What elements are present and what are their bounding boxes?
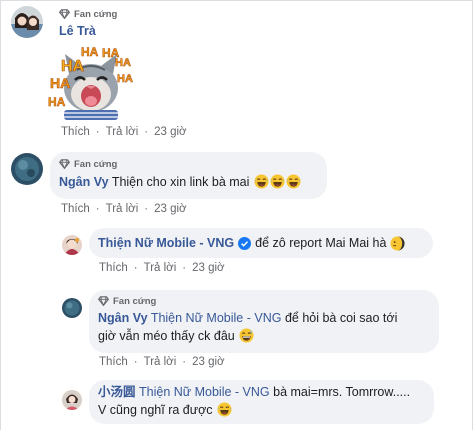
laugh-tears-icon: [286, 174, 301, 189]
fan-badge: Fan cứng: [59, 7, 117, 21]
avatar[interactable]: [62, 235, 82, 255]
sticker-ha-3: HA: [81, 45, 99, 59]
like-link[interactable]: Thích: [99, 356, 128, 368]
diamond-icon: [98, 296, 109, 306]
comment-actions: Thích · Trả lời · 23 giờ: [61, 203, 187, 215]
mention-link[interactable]: Thiện Nữ Mobile - VNG: [151, 311, 282, 325]
reply-bubble: Thiện Nữ Mobile - VNG để zô report Mai M…: [89, 228, 433, 258]
timestamp-link[interactable]: 23 giờ: [192, 262, 224, 274]
avatar-photo-icon: [62, 390, 82, 410]
like-link[interactable]: Thích: [61, 126, 90, 138]
badge-label: Fan cứng: [74, 8, 118, 20]
reply-body-line2: giờ vẫn méo thấy ck đâu: [98, 329, 235, 343]
comment-actions: Thích · Trả lời · 23 giờ: [61, 126, 187, 138]
separator-dot: ·: [133, 262, 138, 274]
separator-dot: ·: [144, 126, 149, 138]
sticker-ha-7: HA: [48, 95, 66, 109]
avatar[interactable]: [62, 298, 82, 318]
page-avatar-icon: [62, 235, 82, 255]
fan-badge: Fan cứng: [98, 294, 156, 308]
laugh-tears-icon: [270, 174, 285, 189]
sticker-ha-2: HA: [61, 58, 85, 75]
like-link[interactable]: Thích: [99, 262, 128, 274]
reply-text-line2: giờ vẫn méo thấy ck đâu: [98, 328, 254, 345]
diamond-icon: [59, 159, 70, 169]
avatar[interactable]: [11, 153, 43, 185]
avatar-photo-icon: [11, 153, 43, 185]
sticker-ha-5: HA: [115, 57, 131, 69]
separator-dot: ·: [144, 203, 149, 215]
comment-author[interactable]: Lê Trà: [59, 24, 96, 38]
badge-label: Fan cứng: [113, 295, 157, 307]
timestamp-link[interactable]: 23 giờ: [154, 126, 186, 138]
reply-text: 小汤圆 Thiện Nữ Mobile - VNG bà mai=mrs. To…: [98, 384, 410, 401]
reply-author[interactable]: Ngân Vy: [98, 311, 148, 325]
sticker-laughing-cat: HA HA HA HA HA HA HA: [47, 44, 135, 122]
reply-author[interactable]: Thiện Nữ Mobile - VNG: [98, 235, 234, 252]
fan-badge: Fan cứng: [59, 157, 117, 171]
sticker-ha-6: HA: [117, 73, 133, 85]
reply-body-line1: bà mai=mrs. Tomrrow.....: [273, 385, 411, 399]
laughing-cat-sticker-icon: HA HA HA HA HA HA HA: [48, 45, 133, 120]
reply-actions: Thích · Trả lời · 23 giờ: [99, 356, 225, 368]
mention-link[interactable]: Thiện Nữ Mobile - VNG: [139, 385, 270, 399]
separator-dot: ·: [133, 356, 138, 368]
avatar-photo-icon: [62, 298, 82, 318]
reply-body-line1: để hỏi bà coi sao tới: [284, 311, 398, 325]
reply-link[interactable]: Trả lời: [144, 356, 177, 368]
comment-bubble: Fan cứng Ngân Vy Thiện cho xin link bà m…: [50, 152, 327, 199]
diamond-icon: [59, 9, 70, 19]
reply-bubble: Fan cứng Ngân Vy Thiện Nữ Mobile - VNG đ…: [89, 290, 439, 353]
separator-dot: ·: [95, 203, 100, 215]
reply-bubble: 小汤圆 Thiện Nữ Mobile - VNG bà mai=mrs. To…: [89, 380, 434, 424]
sticker-ha-1: HA: [50, 75, 70, 91]
avatar[interactable]: [11, 6, 43, 38]
reply-link[interactable]: Trả lời: [106, 126, 139, 138]
like-link[interactable]: Thích: [61, 203, 90, 215]
separator-dot: ·: [95, 126, 100, 138]
verified-badge-icon: [238, 237, 252, 250]
reply-body-line2: V cũng nghĩ ra được: [98, 403, 213, 417]
reply-text: Thiện Nữ Mobile - VNG để zô report Mai M…: [98, 235, 405, 252]
reply-text: Ngân Vy Thiện Nữ Mobile - VNG để hỏi bà …: [98, 310, 397, 327]
grin-sweat-icon: [239, 328, 254, 343]
comment-text: Ngân Vy Thiện cho xin link bà mai: [59, 174, 301, 191]
separator-dot: ·: [182, 262, 187, 274]
reply-text-line2: V cũng nghĩ ra được: [98, 402, 232, 419]
moon-face-icon: [390, 236, 405, 251]
badge-label: Fan cứng: [74, 158, 118, 170]
reply-author[interactable]: 小汤圆: [98, 385, 136, 399]
reply-link[interactable]: Trả lời: [144, 262, 177, 274]
reply-link[interactable]: Trả lời: [106, 203, 139, 215]
reply-actions: Thích · Trả lời · 23 giờ: [99, 262, 225, 274]
timestamp-link[interactable]: 23 giờ: [154, 203, 186, 215]
avatar-photo-icon: [11, 6, 43, 38]
reply-body: để zô report Mai Mai hà: [255, 236, 387, 250]
comment-author[interactable]: Ngân Vy: [59, 175, 109, 189]
avatar[interactable]: [62, 390, 82, 410]
laugh-tears-icon: [254, 174, 269, 189]
comment-body: Thiện cho xin link bà mai: [111, 175, 250, 189]
separator-dot: ·: [182, 356, 187, 368]
timestamp-link[interactable]: 23 giờ: [192, 356, 224, 368]
laugh-tears-icon: [217, 402, 232, 417]
